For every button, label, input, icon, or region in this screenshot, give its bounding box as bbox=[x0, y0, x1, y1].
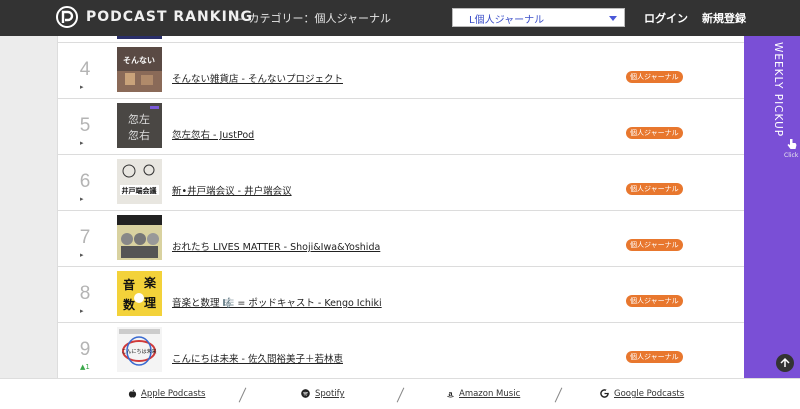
ranking-row[interactable]: 4 ▸ そんない そんない雑貨店 - そんないプロジェクト 個人ジャーナル bbox=[58, 43, 744, 99]
google-podcasts-link[interactable]: Google Podcasts bbox=[614, 389, 684, 399]
hand-pointer-icon bbox=[787, 139, 797, 149]
apple-podcasts-link[interactable]: Apple Podcasts bbox=[141, 389, 205, 399]
podcast-artwork[interactable]: 忽左 忽右 bbox=[117, 103, 162, 148]
category-badge[interactable]: 個人ジャーナル bbox=[626, 183, 683, 195]
category-badge[interactable]: 個人ジャーナル bbox=[626, 127, 683, 139]
rank-number: 5 bbox=[79, 115, 91, 136]
apple-icon bbox=[128, 389, 137, 398]
amazon-icon: a bbox=[447, 389, 454, 398]
category-label: — カテゴリー：個人ジャーナル bbox=[234, 12, 391, 25]
artwork-text: 音 bbox=[123, 277, 135, 292]
ranking-row[interactable]: 7 ▸ おれたち LIVES MATTER - Shoji&Iwa&Yoshid… bbox=[58, 211, 744, 267]
podcast-title-link[interactable]: おれたち LIVES MATTER - Shoji&Iwa&Yoshida bbox=[172, 239, 380, 253]
artwork-text: こんにちは未来 bbox=[121, 348, 156, 355]
ranking-row[interactable]: 5 ▸ 忽左 忽右 忽左忽右 - JustPod 個人ジャーナル bbox=[58, 99, 744, 155]
artwork-text: 理 bbox=[144, 296, 156, 310]
podcast-ranking-logo-icon[interactable] bbox=[56, 6, 78, 28]
trend-indicator: ▸ bbox=[80, 251, 84, 259]
weekly-pickup-tab[interactable]: WEEKLY PICKUP Click bbox=[744, 36, 800, 378]
podcast-artwork[interactable]: 音 楽 数 理 bbox=[117, 271, 162, 316]
category-badge[interactable]: 個人ジャーナル bbox=[626, 239, 683, 251]
amazon-music-link[interactable]: Amazon Music bbox=[459, 389, 520, 399]
category-select-value: L個人ジャーナル bbox=[469, 15, 545, 26]
trend-indicator: ▸ bbox=[80, 83, 84, 91]
spotify-icon bbox=[301, 389, 310, 398]
divider bbox=[238, 387, 247, 403]
site-logo-text[interactable]: PODCAST RANKING bbox=[86, 9, 253, 25]
rank-number: 8 bbox=[79, 283, 91, 304]
rank-number: 6 bbox=[79, 171, 91, 192]
podcast-title-link[interactable]: 忽左忽右 - JustPod bbox=[172, 127, 254, 141]
podcast-artwork[interactable]: そんない bbox=[117, 47, 162, 92]
artwork-text: 忽右 bbox=[128, 128, 150, 142]
podcast-artwork[interactable] bbox=[117, 215, 162, 260]
ranking-row[interactable]: 8 ▸ 音 楽 数 理 音楽と数理 🎼 = ポッドキャスト - Kengo Ic… bbox=[58, 267, 744, 323]
spotify-link[interactable]: Spotify bbox=[315, 389, 345, 399]
podcast-artwork[interactable]: こんにちは未来 bbox=[117, 327, 162, 372]
podcast-title-link[interactable]: 音楽と数理 🎼 = ポッドキャスト - Kengo Ichiki bbox=[172, 295, 382, 309]
rank-number: 4 bbox=[79, 59, 91, 80]
category-badge[interactable]: 個人ジャーナル bbox=[626, 351, 683, 363]
artwork-text: そんない bbox=[123, 56, 155, 65]
category-badge[interactable]: 個人ジャーナル bbox=[626, 295, 683, 307]
trend-indicator: ▸ bbox=[80, 139, 84, 147]
artwork-text: 数 bbox=[123, 297, 136, 312]
google-icon bbox=[600, 389, 609, 398]
click-hint: Click bbox=[784, 152, 799, 159]
login-link[interactable]: ログイン bbox=[644, 10, 688, 26]
artwork-text: 忽左 bbox=[128, 112, 150, 126]
ranking-row[interactable]: 6 ▸ 井戸端会議 新•井戸端会议 - 井户端会议 個人ジャーナル bbox=[58, 155, 744, 211]
register-link[interactable]: 新規登録 bbox=[702, 10, 746, 26]
chevron-down-icon bbox=[609, 16, 617, 21]
ranking-row[interactable]: 9 ▲1 こんにちは未来 こんにちは未来 - 佐久間裕美子＋若林恵 個人ジャーナ… bbox=[58, 323, 744, 378]
platform-footer: Apple Podcasts Spotify a Amazon Music Go… bbox=[0, 378, 800, 409]
artwork-text: 井戸端会議 bbox=[122, 186, 157, 195]
divider bbox=[396, 387, 405, 403]
weekly-pickup-label: WEEKLY PICKUP bbox=[772, 42, 784, 138]
rank-number: 7 bbox=[79, 227, 91, 248]
category-select[interactable]: L個人ジャーナル bbox=[452, 8, 625, 27]
rank-number: 9 bbox=[79, 339, 91, 360]
podcast-title-link[interactable]: そんない雑貨店 - そんないプロジェクト bbox=[172, 71, 343, 85]
top-header: PODCAST RANKING — カテゴリー：個人ジャーナル L個人ジャーナル… bbox=[0, 0, 800, 36]
trend-indicator: ▸ bbox=[80, 195, 84, 203]
scroll-to-top-button[interactable] bbox=[776, 354, 794, 372]
podcast-title-link[interactable]: 新•井戸端会议 - 井户端会议 bbox=[172, 183, 292, 197]
divider bbox=[554, 387, 563, 403]
artwork-text: 楽 bbox=[144, 275, 157, 290]
trend-indicator: ▲1 bbox=[80, 363, 90, 371]
trend-indicator: ▸ bbox=[80, 307, 84, 315]
podcast-artwork[interactable]: 井戸端会議 bbox=[117, 159, 162, 204]
arrow-up-icon bbox=[780, 357, 790, 367]
ranking-list: 4 ▸ そんない そんない雑貨店 - そんないプロジェクト 個人ジャーナル 5 … bbox=[57, 36, 744, 378]
category-badge[interactable]: 個人ジャーナル bbox=[626, 71, 683, 83]
previous-row-artwork-edge bbox=[117, 36, 162, 39]
podcast-title-link[interactable]: こんにちは未来 - 佐久間裕美子＋若林恵 bbox=[172, 351, 343, 365]
